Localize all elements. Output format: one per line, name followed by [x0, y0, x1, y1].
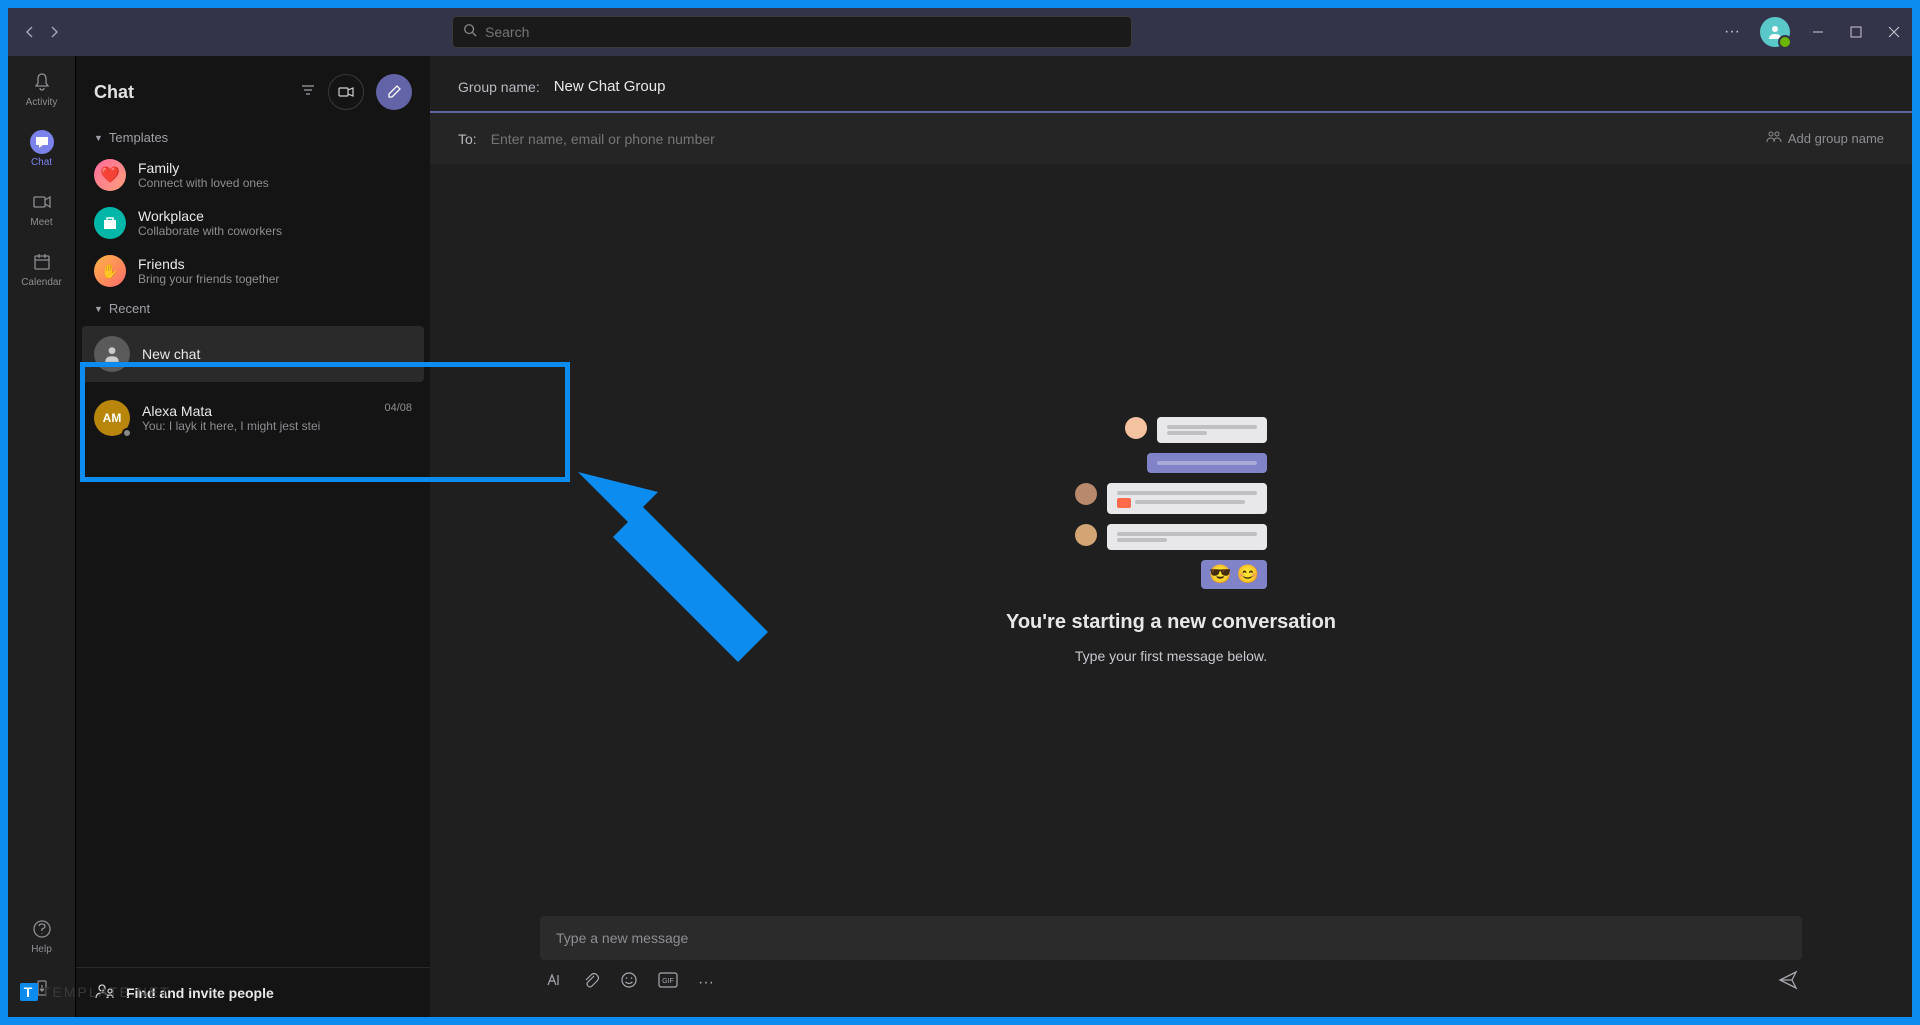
rail-label: Help: [31, 944, 52, 955]
new-chat-button[interactable]: [376, 74, 412, 110]
group-name-value[interactable]: New Chat Group: [554, 78, 666, 95]
to-field-row: To: Add group name: [430, 113, 1912, 164]
rail-meet[interactable]: Meet: [8, 186, 75, 232]
format-icon[interactable]: [544, 971, 562, 994]
back-button[interactable]: [20, 22, 40, 42]
conversation-empty-state: 😎 😊 You're starting a new conversation T…: [430, 164, 1912, 916]
attachment-icon[interactable]: [582, 971, 600, 994]
emoji-icon[interactable]: [620, 971, 638, 994]
chatlist-title: Chat: [94, 82, 134, 103]
content-pane: Group name: New Chat Group To: Add group…: [430, 56, 1912, 1017]
contact-avatar: AM: [94, 400, 130, 436]
forward-button[interactable]: [44, 22, 64, 42]
message-input[interactable]: Type a new message: [540, 916, 1802, 960]
titlebar: ···: [8, 8, 1912, 56]
gif-icon[interactable]: GIF: [658, 972, 678, 993]
message-composer: Type a new message GIF ···: [540, 916, 1802, 995]
maximize-button[interactable]: [1846, 22, 1866, 42]
calendar-icon: [30, 250, 54, 274]
rail-activity[interactable]: Activity: [8, 66, 75, 112]
section-label: Recent: [109, 301, 150, 316]
template-sub: Connect with loved ones: [138, 176, 269, 190]
close-button[interactable]: [1884, 22, 1904, 42]
group-name-header: Group name: New Chat Group: [430, 56, 1912, 113]
workplace-icon: [94, 207, 126, 239]
template-title: Family: [138, 160, 269, 176]
presence-icon: [122, 428, 132, 438]
caret-down-icon: ▼: [94, 304, 103, 314]
search-box[interactable]: [452, 16, 1132, 48]
caret-down-icon: ▼: [94, 133, 103, 143]
more-compose-icon[interactable]: ···: [698, 974, 714, 992]
send-button[interactable]: [1778, 970, 1798, 995]
rail-label: Chat: [31, 157, 52, 168]
recent-section-toggle[interactable]: ▼ Recent: [76, 295, 430, 322]
search-input[interactable]: [485, 24, 1121, 40]
family-icon: ❤️: [94, 159, 126, 191]
profile-avatar[interactable]: [1760, 17, 1790, 47]
recent-new-chat[interactable]: New chat: [82, 326, 424, 382]
template-workplace[interactable]: Workplace Collaborate with coworkers: [76, 199, 430, 247]
add-group-name-button[interactable]: Add group name: [1766, 129, 1884, 148]
recent-alexa-mata[interactable]: AM Alexa Mata You: I layk it here, I mig…: [82, 390, 424, 446]
templates-section-toggle[interactable]: ▼ Templates: [76, 124, 430, 151]
chat-icon: [30, 130, 54, 154]
watermark: TTEMPLATE.NET: [20, 983, 171, 1001]
template-sub: Bring your friends together: [138, 272, 279, 286]
to-label: To:: [458, 131, 477, 147]
rail-calendar[interactable]: Calendar: [8, 246, 75, 292]
recent-title: Alexa Mata: [142, 403, 372, 419]
minimize-button[interactable]: [1808, 22, 1828, 42]
compose-icon: [386, 84, 402, 100]
template-title: Workplace: [138, 208, 282, 224]
rail-chat[interactable]: Chat: [8, 126, 75, 172]
section-label: Templates: [109, 130, 168, 145]
meet-now-button[interactable]: [328, 74, 364, 110]
search-icon: [463, 23, 477, 42]
template-sub: Collaborate with coworkers: [138, 224, 282, 238]
rail-label: Activity: [26, 97, 58, 108]
svg-text:GIF: GIF: [662, 978, 674, 985]
rail-label: Calendar: [21, 277, 62, 288]
recent-title: New chat: [142, 346, 412, 362]
group-name-label: Group name:: [458, 79, 540, 95]
video-icon: [30, 190, 54, 214]
video-small-icon: [338, 84, 354, 100]
friends-icon: ✋: [94, 255, 126, 287]
rail-label: Meet: [30, 217, 52, 228]
illustration: 😎 😊: [1075, 417, 1267, 589]
new-chat-avatar-icon: [94, 336, 130, 372]
recent-preview: You: I layk it here, I might jest stei: [142, 419, 372, 433]
filter-icon[interactable]: [300, 82, 316, 103]
template-friends[interactable]: ✋ Friends Bring your friends together: [76, 247, 430, 295]
empty-state-title: You're starting a new conversation: [1006, 611, 1336, 634]
to-input[interactable]: [491, 131, 1752, 147]
person-icon: [1767, 24, 1783, 40]
left-rail: Activity Chat Meet Calendar Help: [8, 56, 76, 1017]
empty-state-subtitle: Type your first message below.: [1075, 648, 1267, 664]
recent-time: 04/08: [384, 402, 412, 414]
more-button[interactable]: ···: [1722, 22, 1742, 42]
bell-icon: [30, 70, 54, 94]
template-title: Friends: [138, 256, 279, 272]
chat-list-panel: Chat ▼ Templates ❤️ Family Connect with …: [76, 56, 430, 1017]
template-family[interactable]: ❤️ Family Connect with loved ones: [76, 151, 430, 199]
group-edit-icon: [1766, 129, 1782, 148]
rail-help[interactable]: Help: [8, 913, 75, 959]
add-group-label: Add group name: [1788, 131, 1884, 146]
help-icon: [30, 917, 54, 941]
